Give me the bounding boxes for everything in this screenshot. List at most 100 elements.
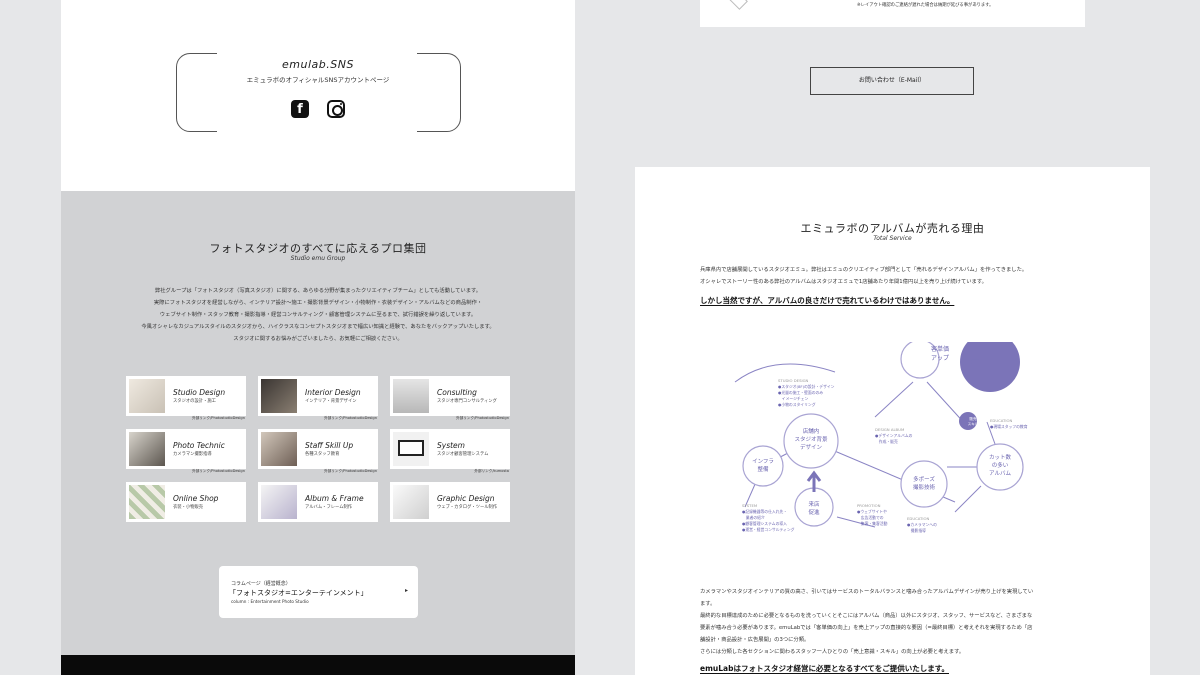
cut-album-label: カット数 の多い アルバム [970, 454, 1030, 478]
store-design-label: 店舗内 スタジオ背景 デザイン [781, 428, 841, 452]
annotation-item: ●運営・経営コンサルティング [742, 527, 795, 532]
card-subtitle: スタジオの設計・施工 [173, 399, 216, 404]
column-title: 「フォトスタジオ=エンターテインメント」 [229, 589, 368, 597]
intro-line: スタジオに関するお悩みがございましたら、お気軽にご相談ください。 [233, 336, 403, 342]
reason-paragraph-line: 最終的な目標達成のために必要となるものを洗っていくとそこにはアルバム（商品）以外… [700, 613, 1033, 619]
card-link-note: 外部リンク/PhotostudioDesign [324, 469, 377, 473]
sales-skill-label: 販売 スキル [955, 417, 991, 427]
infra-label: インフラ 整備 [733, 458, 793, 474]
service-card-graphic-design[interactable]: Graphic Design ウェブ・カタログ・ツール制作 [390, 482, 510, 522]
card-title: Interior Design [305, 388, 361, 397]
card-link-note: 外部リンク/PhotostudioDesign [192, 469, 245, 473]
card-title: Online Shop [173, 494, 219, 503]
reason-paragraph-line: カメラマンやスタジオインテリアの質の高さ、引いてはサービスのトータルバランスと噛… [700, 589, 1034, 595]
card-subtitle: カメラマン撮影指導 [173, 452, 212, 457]
reason-paragraph-line: さらには分類した各セクションに関わるスタッフ一人ひとりの「売上意識・スキル」の向… [700, 649, 965, 655]
service-card-system[interactable]: System スタジオ顧客管理システム 外部リンク/kumosta [390, 429, 510, 473]
column-link-card[interactable]: コラムページ（経営概念） 「フォトスタジオ=エンターテインメント」 column… [219, 566, 418, 618]
annotation-item: ●現場スタッフの教育 [990, 424, 1028, 429]
label-line: スタジオ背景 [794, 437, 828, 443]
service-card-album-frame[interactable]: Album & Frame アルバム・フレーム制作 [258, 482, 378, 522]
sns-title: emulab.SNS [282, 58, 354, 71]
instagram-icon[interactable] [327, 100, 345, 118]
card-link-note: 外部リンク/PhotostudioDesign [192, 416, 245, 420]
card-link-note: 外部リンク/PhotostudioDesign [456, 416, 509, 420]
label-line: インフラ [752, 459, 774, 465]
chevron-right-icon: ▸ [404, 587, 408, 594]
reason-paragraph-line: ます。 [700, 601, 716, 607]
photo-technic-thumbnail [129, 432, 165, 466]
education-top-annotation: EDUCATION ●現場スタッフの教育 [990, 418, 1027, 430]
label-line: スキル [967, 422, 979, 426]
reason-paragraph-line: オシャレでストーリー性のある弊社のアルバムはスタジオエミュで1店舗あたり年間1億… [700, 279, 987, 285]
card-subtitle: スタジオ専門コンサルティング [437, 399, 497, 404]
right-page: エミュラボのアルバムが売れる理由 Total Service 兵庫県内で店舗展開… [635, 167, 1150, 675]
service-card-online-shop[interactable]: Online Shop 衣装・小物販売 [126, 482, 246, 522]
card-subtitle: インテリア・背景デザイン [305, 399, 357, 404]
card-link-note: 外部リンク/PhotostudioDesign [324, 416, 377, 420]
column-label: コラムページ（経営概念） [231, 581, 291, 587]
right-top-section: ※レイアウト確認のご連絡が遅れた場合は納期が延びる事があります。 お問い合わせ（… [635, 0, 1150, 167]
annotation-item: 撮影指導 [907, 528, 926, 533]
intro-line: 弊社グループは「フォトスタジオ（写真スタジオ）に関する、あらゆる分野が集まったク… [154, 288, 482, 294]
card-title: Staff Skill Up [305, 441, 354, 450]
label-line: 整備 [757, 467, 769, 473]
label-line: 客単価 [930, 346, 949, 353]
reason-title: エミュラボのアルバムが売れる理由 [800, 222, 985, 235]
service-card-interior-design[interactable]: Interior Design インテリア・背景デザイン 外部リンク/Photo… [258, 376, 378, 420]
reason-subtitle: Total Service [873, 235, 912, 242]
intro-line: ウェブサイト制作・スタッフ教育・撮影指導・経営コンサルティング・顧客管理システム… [159, 312, 477, 318]
label-line: デザイン [799, 445, 822, 451]
card-subtitle: 衣装・小物販売 [173, 505, 204, 510]
label-line: の多い [991, 463, 1009, 469]
diamond-icon [728, 0, 748, 10]
consulting-thumbnail [393, 379, 429, 413]
card-subtitle: アルバム・フレーム制作 [305, 505, 353, 510]
online-shop-thumbnail [129, 485, 165, 519]
card-title: Graphic Design [437, 494, 495, 503]
reason-paragraph-line: 兵庫県内で店舗展開しているスタジオエミュ。弊社はエミュのクリエイティブ部門として… [700, 267, 1028, 273]
card-title: Consulting [437, 388, 477, 397]
label-line: カット数 [988, 455, 1011, 461]
label-line: 多ポーズ [913, 477, 935, 483]
education-bottom-annotation: EDUCATION ●カメラマンへの 撮影指導 [907, 516, 937, 534]
connector-line [874, 381, 914, 418]
layout-note-card: ※レイアウト確認のご連絡が遅れた場合は納期が延びる事があります。 [700, 0, 1085, 27]
system-annotation: SYSTEM ●記録機器等の仕入れ先・ 業者の紹介 ●顧客管理システムの導入 ●… [742, 503, 794, 533]
sns-subtitle: エミュラボのオフィシャルSNSアカウントページ [246, 76, 390, 84]
facebook-icon[interactable]: f [291, 100, 309, 118]
left-page: emulab.SNS エミュラボのオフィシャルSNSアカウントページ f フォト… [61, 0, 575, 675]
card-subtitle: 各種スタッフ教育 [305, 452, 340, 457]
promotion-annotation: PROMOTION ●ウェブサイトや 広告活動での 集客・集客活動 [857, 503, 887, 527]
service-card-photo-technic[interactable]: Photo Technic カメラマン撮影指導 外部リンク/Photostudi… [126, 429, 246, 473]
service-card-staff-skill-up[interactable]: Staff Skill Up 各種スタッフ教育 外部リンク/Photostudi… [258, 429, 378, 473]
card-title: Album & Frame [305, 494, 364, 503]
album-frame-thumbnail [261, 485, 297, 519]
label-line: 撮影技術 [912, 485, 935, 491]
reason-closing: emuLabはフォトスタジオ経営に必要となるすべてをご提供いたします。 [700, 664, 949, 673]
studio-design-annotation: STUDIO DESIGN ●スタジオ(8F)の設計・デザイン ●光量の施工・壁… [778, 378, 834, 408]
contact-email-button[interactable]: お問い合わせ（E-Mail） [810, 67, 974, 95]
annotation-item: ●小物のスタイリング [778, 402, 816, 407]
card-link-note: 外部リンク/kumosta [474, 469, 509, 473]
system-thumbnail [393, 432, 429, 466]
service-card-studio-design[interactable]: Studio Design スタジオの設計・施工 外部リンク/Photostud… [126, 376, 246, 420]
intro-line: 今風オシャレなカジュアルスタイルのスタジオから、ハイクラスなコンセプトスタジオま… [141, 324, 495, 330]
studio-design-thumbnail [129, 379, 165, 413]
annotation-item: 作成・販売 [875, 439, 898, 444]
intro-line: 実際にフォトスタジオを経営しながら、インテリア設計〜施工・撮影背景デザイン・小物… [153, 300, 483, 306]
staff-skill-thumbnail [261, 432, 297, 466]
card-title: Studio Design [173, 388, 226, 397]
card-title: Photo Technic [173, 441, 225, 450]
equals-sign: = [970, 355, 981, 369]
annotation-item: 集客・集客活動 [857, 521, 888, 526]
card-subtitle: ウェブ・カタログ・ツール制作 [437, 505, 498, 510]
label-line: アップ [930, 355, 949, 362]
card-subtitle: スタジオ顧客管理システム [437, 452, 489, 457]
graphic-design-thumbnail [393, 485, 429, 519]
poses-label: 多ポーズ 撮影技術 [894, 476, 954, 492]
service-card-consulting[interactable]: Consulting スタジオ専門コンサルティング 外部リンク/Photostu… [390, 376, 510, 420]
reason-paragraph-line: 舗設計・商品設計・広告展開」の3つに分類。 [700, 637, 810, 643]
sales-up-label: 売上アップ [1027, 360, 1063, 368]
interior-design-thumbnail [261, 379, 297, 413]
